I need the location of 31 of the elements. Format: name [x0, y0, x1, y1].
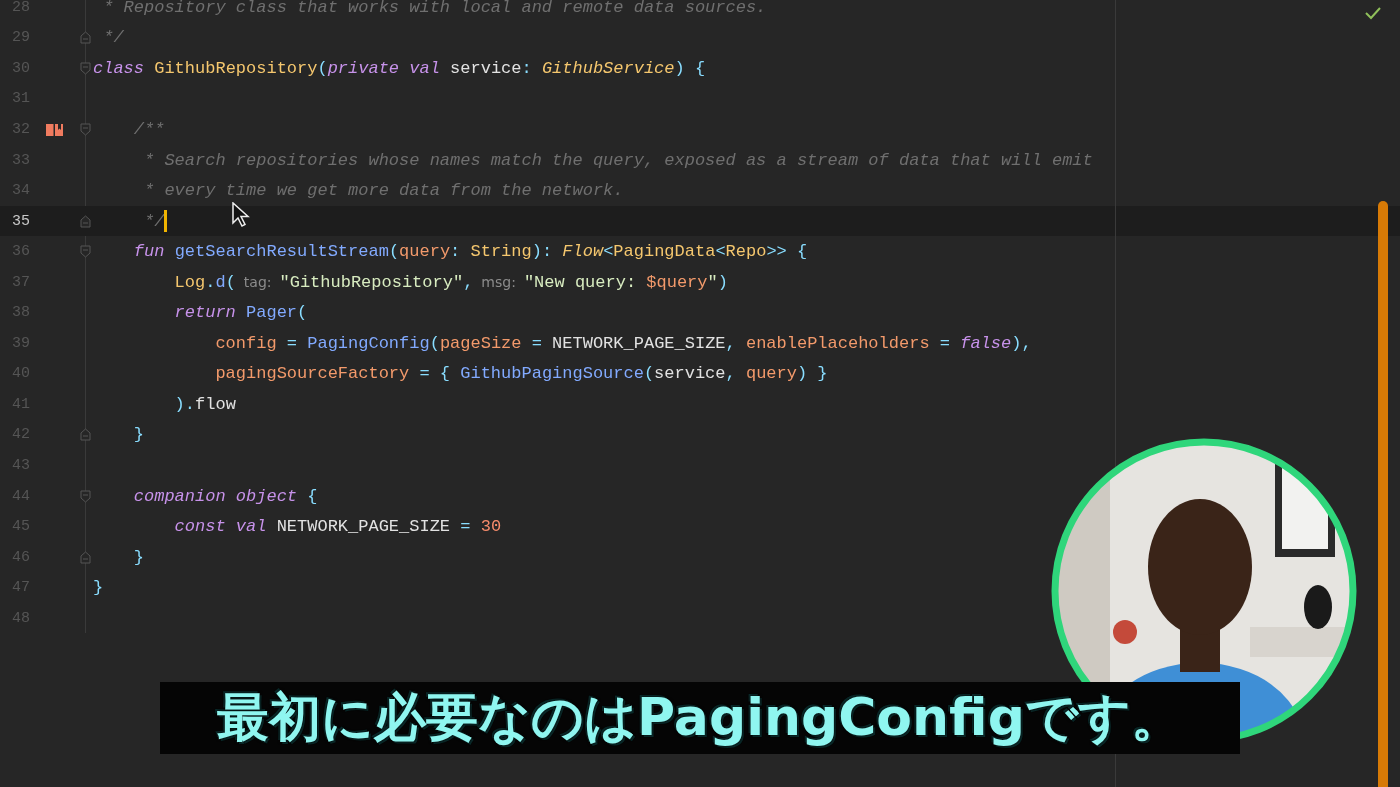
- code-line: }: [132, 547, 144, 567]
- check-icon: [1364, 6, 1382, 20]
- code-line: }: [132, 425, 144, 445]
- code-line: */: [102, 28, 124, 48]
- code-line: class GithubRepository(private val service: GithubService) {: [93, 58, 706, 78]
- subtitle: 最初に必要なのはPagingConfigです。: [160, 682, 1240, 754]
- fold-icon[interactable]: [80, 550, 91, 564]
- fold-icon[interactable]: [80, 61, 91, 75]
- fold-icon[interactable]: [80, 122, 91, 136]
- code-line: config = PagingConfig(pageSize = NETWORK_PAGE_SIZE, enablePlaceholders = false),: [214, 333, 1032, 353]
- fold-icon[interactable]: [80, 245, 91, 259]
- code-line: * Repository class that works with local and remote data sources.: [102, 0, 767, 17]
- code-line: * every time we get more data from the network.: [143, 181, 624, 201]
- fold-icon[interactable]: [80, 214, 91, 228]
- code-line: companion object {: [132, 486, 318, 506]
- fold-icon[interactable]: [80, 428, 91, 442]
- fold-icon[interactable]: [80, 489, 91, 503]
- code-line: * Search repositories whose names match the query, exposed as a stream of data that will emit: [143, 150, 1093, 170]
- code-line: pagingSourceFactory = { GithubPagingSource(service, query) }: [214, 364, 828, 384]
- code-line: /**: [132, 119, 165, 139]
- code-line: }: [93, 578, 104, 598]
- code-line: return Pager(: [173, 303, 308, 323]
- scrollbar-thumb[interactable]: [1378, 201, 1388, 787]
- code-line: fun getSearchResultStream(query: String): Flow<PagingData<Repo>> {: [132, 242, 808, 262]
- code-line: */: [93, 210, 168, 233]
- line-number: 35: [12, 212, 31, 230]
- fold-icon[interactable]: [80, 31, 91, 45]
- book-icon[interactable]: [46, 122, 63, 136]
- code-line: Log.d( tag: "GithubRepository", msg: "New query: $query"): [173, 272, 728, 292]
- code-line: ).flow: [173, 394, 236, 414]
- code-line: const val NETWORK_PAGE_SIZE = 30: [173, 517, 502, 537]
